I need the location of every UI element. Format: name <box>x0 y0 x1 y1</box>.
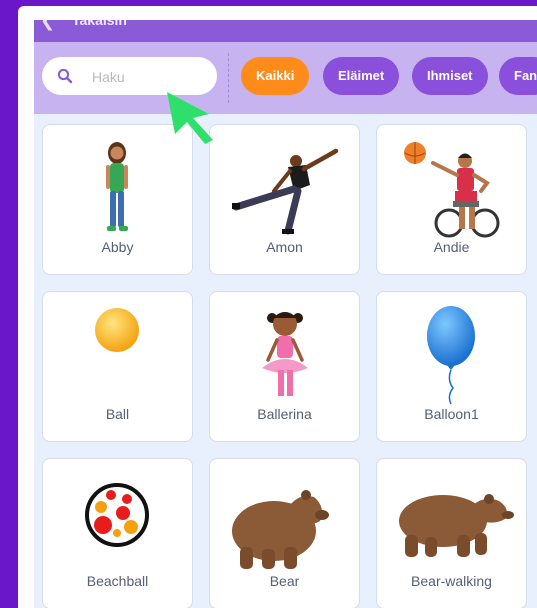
sprite-card-ball[interactable]: Ball <box>42 291 193 442</box>
filter-tag-elaimet[interactable]: Eläimet <box>323 57 400 95</box>
library-header: ❮ Takaisin <box>34 20 537 42</box>
back-arrow-icon[interactable]: ❮ <box>40 20 55 31</box>
sprite-name: Ball <box>105 406 130 422</box>
sprite-name: Bear <box>269 573 300 589</box>
sprite-card-ballerina[interactable]: Ballerina <box>209 291 360 442</box>
sprite-card-abby[interactable]: Abby <box>42 124 193 275</box>
sprite-name: Bear-walking <box>411 573 492 589</box>
filter-tag-ihmiset[interactable]: Ihmiset <box>412 57 488 95</box>
sprite-name: Andie <box>433 239 470 255</box>
sprite-name: Amon <box>266 239 303 255</box>
filter-tag-fantasia[interactable]: Fan <box>499 57 537 95</box>
sprite-library-window: ❮ Takaisin Kaikki Eläimet Ihmiset Fan <box>18 6 537 608</box>
sprite-name: Abby <box>101 239 134 255</box>
back-button-label[interactable]: Takaisin <box>72 20 127 28</box>
sprite-card-bear[interactable]: Bear <box>209 458 360 608</box>
andie-sprite-image <box>404 142 500 238</box>
sprite-name: Balloon1 <box>424 406 479 422</box>
ball-sprite-image <box>95 308 139 352</box>
pointer-cursor-icon <box>167 92 213 144</box>
abby-sprite-image <box>106 142 128 231</box>
filter-bar: Kaikki Eläimet Ihmiset Fan <box>34 42 537 114</box>
sprite-card-andie[interactable]: Andie <box>376 124 527 275</box>
sprite-name: Beachball <box>86 573 149 589</box>
amon-sprite-image <box>232 148 339 235</box>
sprite-card-bear-walking[interactable]: Bear-walking <box>376 458 527 608</box>
sprite-grid: Abby Amon Andie Ball Ballerina Balloon1 … <box>34 114 537 608</box>
balloon1-sprite-image <box>427 306 475 405</box>
filter-tag-kaikki[interactable]: Kaikki <box>241 57 310 95</box>
bear-sprite-image <box>232 490 329 569</box>
beachball-sprite-image <box>85 483 149 547</box>
search-input[interactable] <box>90 65 209 89</box>
sprite-card-amon[interactable]: Amon <box>209 124 360 275</box>
sprite-name: Ballerina <box>257 406 312 422</box>
divider <box>228 53 229 103</box>
search-icon <box>57 68 73 84</box>
ballerina-sprite-image <box>262 312 308 396</box>
bear-walking-sprite-image <box>399 494 514 557</box>
sprite-card-balloon1[interactable]: Balloon1 <box>376 291 527 442</box>
sprite-card-beachball[interactable]: Beachball <box>42 458 193 608</box>
